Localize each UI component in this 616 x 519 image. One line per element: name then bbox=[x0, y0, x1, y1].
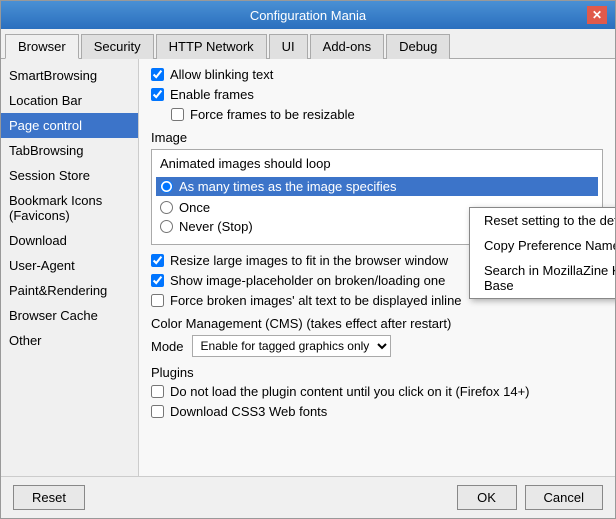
allow-blinking-checkbox[interactable] bbox=[151, 68, 164, 81]
sidebar: SmartBrowsing Location Bar Page control … bbox=[1, 59, 139, 476]
sidebar-item-bookmarkicons[interactable]: Bookmark Icons (Favicons) bbox=[1, 188, 138, 228]
right-buttons: OK Cancel bbox=[457, 485, 603, 510]
main-window: Configuration Mania ✕ Browser Security H… bbox=[0, 0, 616, 519]
main-content: Allow blinking text Enable frames Force … bbox=[139, 59, 615, 476]
radio-as-many-row: As many times as the image specifies bbox=[156, 177, 598, 196]
download-css-row: Download CSS3 Web fonts bbox=[151, 404, 603, 419]
reset-button[interactable]: Reset bbox=[13, 485, 85, 510]
resize-large-label: Resize large images to fit in the browse… bbox=[170, 253, 448, 268]
radio-never-label: Never (Stop) bbox=[179, 219, 253, 234]
tab-ui[interactable]: UI bbox=[269, 34, 308, 59]
title-bar: Configuration Mania ✕ bbox=[1, 1, 615, 29]
no-load-plugin-checkbox[interactable] bbox=[151, 385, 164, 398]
cancel-button[interactable]: Cancel bbox=[525, 485, 603, 510]
sidebar-item-smartbrowsing[interactable]: SmartBrowsing bbox=[1, 63, 138, 88]
force-frames-checkbox[interactable] bbox=[171, 108, 184, 121]
sidebar-item-browsercache[interactable]: Browser Cache bbox=[1, 303, 138, 328]
radio-never[interactable] bbox=[160, 220, 173, 233]
resize-large-checkbox[interactable] bbox=[151, 254, 164, 267]
sidebar-item-paintrendering[interactable]: Paint&Rendering bbox=[1, 278, 138, 303]
no-load-plugin-row: Do not load the plugin content until you… bbox=[151, 384, 603, 399]
show-placeholder-checkbox[interactable] bbox=[151, 274, 164, 287]
enable-frames-checkbox[interactable] bbox=[151, 88, 164, 101]
sidebar-item-tabbrowsing[interactable]: TabBrowsing bbox=[1, 138, 138, 163]
enable-frames-label: Enable frames bbox=[170, 87, 254, 102]
radio-once[interactable] bbox=[160, 201, 173, 214]
radio-once-label: Once bbox=[179, 200, 210, 215]
bottom-bar: Reset OK Cancel bbox=[1, 476, 615, 518]
group-title: Animated images should loop bbox=[160, 156, 594, 171]
context-menu: Reset setting to the default value Copy … bbox=[469, 207, 615, 299]
image-section-label: Image bbox=[151, 130, 603, 145]
force-frames-row: Force frames to be resizable bbox=[171, 107, 603, 122]
sidebar-item-download[interactable]: Download bbox=[1, 228, 138, 253]
color-section-label: Color Management (CMS) (takes effect aft… bbox=[151, 316, 603, 331]
download-css-checkbox[interactable] bbox=[151, 405, 164, 418]
plugins-section-label: Plugins bbox=[151, 365, 603, 380]
mode-row: Mode Enable for tagged graphics only Dis… bbox=[151, 335, 603, 357]
context-menu-item-copy[interactable]: Copy Preference Name bbox=[470, 233, 615, 258]
mode-select[interactable]: Enable for tagged graphics only Disable … bbox=[192, 335, 391, 357]
context-menu-item-reset[interactable]: Reset setting to the default value bbox=[470, 208, 615, 233]
enable-frames-row: Enable frames bbox=[151, 87, 603, 102]
ok-button[interactable]: OK bbox=[457, 485, 517, 510]
allow-blinking-label: Allow blinking text bbox=[170, 67, 273, 82]
force-broken-alt-label: Force broken images' alt text to be disp… bbox=[170, 293, 462, 308]
radio-as-many[interactable] bbox=[160, 180, 173, 193]
sidebar-item-other[interactable]: Other bbox=[1, 328, 138, 353]
mode-label: Mode bbox=[151, 339, 184, 354]
tab-browser[interactable]: Browser bbox=[5, 34, 79, 59]
allow-blinking-row: Allow blinking text bbox=[151, 67, 603, 82]
tab-debug[interactable]: Debug bbox=[386, 34, 450, 59]
sidebar-item-locationbar[interactable]: Location Bar bbox=[1, 88, 138, 113]
no-load-plugin-label: Do not load the plugin content until you… bbox=[170, 384, 530, 399]
window-title: Configuration Mania bbox=[29, 8, 587, 23]
sidebar-item-useragent[interactable]: User-Agent bbox=[1, 253, 138, 278]
tab-http-network[interactable]: HTTP Network bbox=[156, 34, 267, 59]
content-area: SmartBrowsing Location Bar Page control … bbox=[1, 59, 615, 476]
tab-addons[interactable]: Add-ons bbox=[310, 34, 384, 59]
download-css-label: Download CSS3 Web fonts bbox=[170, 404, 327, 419]
sidebar-item-pagecontrol[interactable]: Page control bbox=[1, 113, 138, 138]
show-placeholder-label: Show image-placeholder on broken/loading… bbox=[170, 273, 445, 288]
radio-as-many-label: As many times as the image specifies bbox=[179, 179, 396, 194]
tab-bar: Browser Security HTTP Network UI Add-ons… bbox=[1, 29, 615, 59]
close-button[interactable]: ✕ bbox=[587, 6, 607, 24]
context-menu-item-search[interactable]: Search in MozillaZine Knowledge Base bbox=[470, 258, 615, 298]
force-frames-label: Force frames to be resizable bbox=[190, 107, 355, 122]
tab-security[interactable]: Security bbox=[81, 34, 154, 59]
sidebar-item-sessionstore[interactable]: Session Store bbox=[1, 163, 138, 188]
force-broken-alt-checkbox[interactable] bbox=[151, 294, 164, 307]
